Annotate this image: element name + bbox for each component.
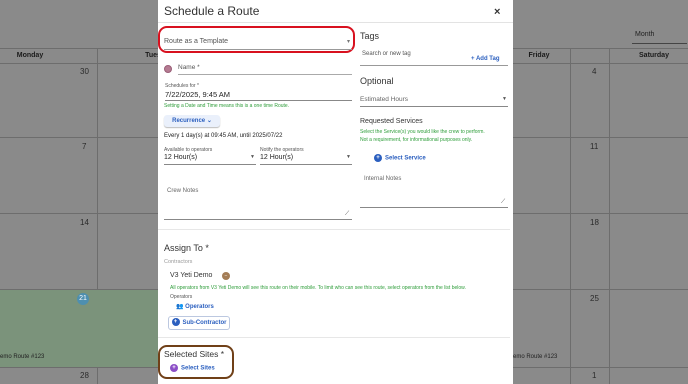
chevron-down-icon: ▼ bbox=[346, 154, 351, 160]
notify-operators-select[interactable]: 12 Hour(s) ▼ bbox=[260, 154, 352, 165]
plus-icon: + bbox=[170, 364, 178, 372]
operators-button-label: Operators bbox=[185, 304, 214, 310]
plus-icon: + bbox=[374, 154, 382, 162]
estimated-hours-placeholder: Estimated Hours bbox=[360, 96, 409, 103]
name-field[interactable]: Name * bbox=[178, 64, 352, 75]
resize-handle-icon[interactable]: ⟋ bbox=[501, 199, 505, 206]
grid-line bbox=[570, 48, 571, 384]
section-divider bbox=[158, 337, 510, 338]
internal-notes-textarea[interactable] bbox=[360, 172, 508, 208]
modal-title: Schedule a Route bbox=[164, 4, 260, 18]
remove-contractor-icon[interactable]: − bbox=[222, 272, 230, 280]
day-header-friday: Friday bbox=[528, 52, 550, 59]
close-icon[interactable]: × bbox=[494, 6, 500, 18]
tag-search-input[interactable]: Search or new tag bbox=[362, 51, 411, 57]
plus-icon: + bbox=[171, 318, 180, 327]
operators-label: Operators bbox=[170, 294, 193, 300]
one-time-note: Setting a Date and Time means this is a … bbox=[164, 103, 290, 109]
crew-notes-textarea[interactable] bbox=[164, 183, 352, 220]
notify-operators-value: 12 Hour(s) bbox=[260, 154, 294, 161]
recurrence-summary: Every 1 day(s) at 09:45 AM, until 2025/0… bbox=[164, 133, 283, 139]
select-sites-label: Select Sites bbox=[181, 365, 215, 372]
name-label: Name * bbox=[178, 64, 200, 71]
resize-handle-icon[interactable]: ⟋ bbox=[345, 211, 349, 218]
recurrence-label: Recurrence bbox=[172, 118, 206, 124]
date-cell[interactable]: 30 bbox=[80, 67, 89, 76]
modal-divider bbox=[158, 22, 513, 23]
section-divider bbox=[158, 229, 510, 230]
estimated-hours-select[interactable]: Estimated Hours ▼ bbox=[360, 96, 508, 107]
tags-title: Tags bbox=[360, 31, 380, 41]
route-color-picker[interactable] bbox=[164, 65, 172, 73]
users-icon: 👥 bbox=[176, 304, 184, 310]
available-to-operators-select[interactable]: 12 Hour(s) ▼ bbox=[164, 154, 256, 165]
select-sites-button[interactable]: + Select Sites bbox=[170, 364, 215, 372]
recurrence-button[interactable]: Recurrence ⌄ bbox=[164, 115, 220, 127]
chevron-down-icon: ▼ bbox=[250, 154, 255, 160]
tag-input-underline bbox=[360, 65, 508, 66]
optional-title: Optional bbox=[360, 76, 394, 86]
day-header-saturday: Saturday bbox=[639, 52, 669, 59]
operators-button[interactable]: 👥 Operators bbox=[176, 303, 214, 310]
date-cell[interactable]: 1 bbox=[592, 371, 596, 380]
sub-contractor-label: Sub-Contractor bbox=[182, 320, 227, 326]
date-cell[interactable]: 25 bbox=[590, 294, 599, 303]
route-template-select[interactable]: Route as a Template ▾ bbox=[164, 38, 352, 50]
requested-services-note: Select the Service(s) you would like the… bbox=[360, 129, 485, 135]
assign-to-title: Assign To * bbox=[164, 243, 209, 253]
scheduled-for-label: Schedules for * bbox=[165, 83, 199, 89]
date-cell[interactable]: 28 bbox=[80, 371, 89, 380]
date-cell[interactable]: 4 bbox=[592, 67, 596, 76]
add-tag-button[interactable]: + Add Tag bbox=[471, 56, 500, 62]
date-cell[interactable]: 11 bbox=[590, 142, 598, 151]
chevron-down-icon: ▼ bbox=[502, 96, 507, 102]
route-template-placeholder: Route as a Template bbox=[164, 38, 229, 45]
date-cell[interactable]: 18 bbox=[590, 218, 599, 227]
chevron-down-icon: ▾ bbox=[346, 39, 350, 45]
calendar-event[interactable]: emo Route #123 bbox=[0, 354, 44, 360]
notify-operators-label: Notify the operators bbox=[260, 147, 304, 153]
today-date-badge[interactable]: 21 bbox=[77, 293, 89, 305]
date-cell[interactable]: 7 bbox=[82, 142, 86, 151]
contractor-name: V3 Yeti Demo bbox=[170, 272, 213, 279]
contractor-note: All operators from V3 Yeti Demo will see… bbox=[170, 285, 466, 291]
requested-services-note: Not a requirement, for informational pur… bbox=[360, 137, 473, 143]
view-selector[interactable]: Month bbox=[632, 29, 687, 44]
available-to-operators-label: Available to operators bbox=[164, 147, 213, 153]
chevron-down-icon: ⌄ bbox=[206, 118, 212, 124]
selected-sites-title: Selected Sites * bbox=[164, 349, 225, 359]
contractors-label: Contractors bbox=[164, 259, 193, 265]
sub-contractor-button[interactable]: + Sub-Contractor bbox=[168, 316, 230, 330]
calendar-event[interactable]: emo Route #123 bbox=[513, 354, 557, 360]
grid-line bbox=[609, 48, 610, 384]
scheduled-for-input[interactable]: 7/22/2025, 9:45 AM bbox=[165, 90, 352, 101]
schedule-route-modal: Schedule a Route × Route as a Template ▾… bbox=[158, 0, 513, 384]
day-header-monday: Monday bbox=[16, 52, 44, 59]
date-cell[interactable]: 14 bbox=[80, 218, 89, 227]
select-service-label: Select Service bbox=[385, 155, 426, 162]
requested-services-title: Requested Services bbox=[360, 118, 423, 125]
select-service-button[interactable]: + Select Service bbox=[374, 154, 426, 162]
available-to-operators-value: 12 Hour(s) bbox=[164, 154, 198, 161]
